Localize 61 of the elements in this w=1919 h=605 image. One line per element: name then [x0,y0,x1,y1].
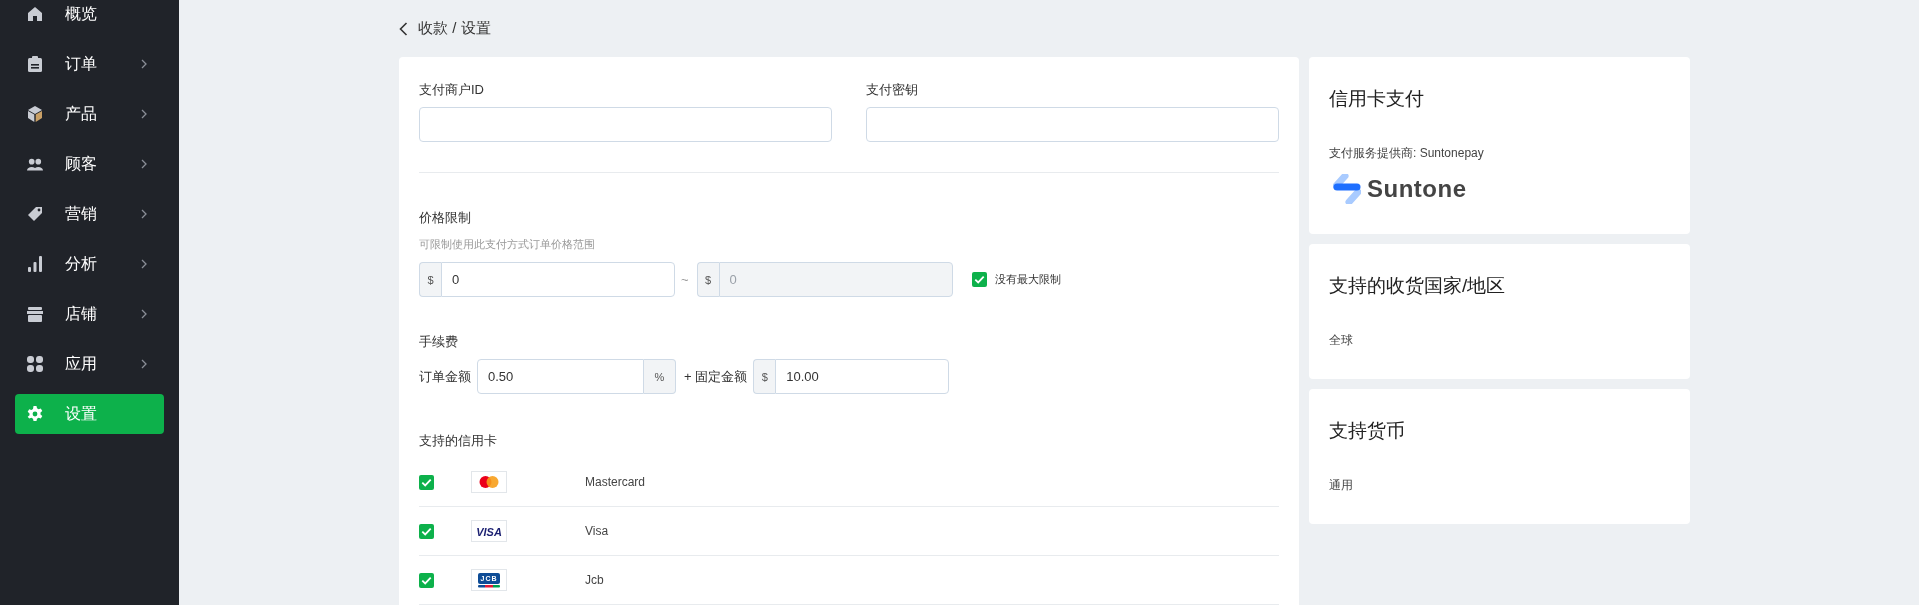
range-separator: ~ [681,272,689,287]
sidebar-item[interactable]: 产品 [15,94,164,134]
card-logo [471,471,507,493]
box-icon [27,106,43,122]
min-price-field[interactable]: 0 [441,262,675,297]
sidebar-item[interactable]: 应用 [15,344,164,384]
sidebar-item[interactable]: 订单 [15,44,164,84]
card-text: 支付服务提供商: Suntonepay [1329,145,1485,162]
input-field[interactable] [866,107,1279,142]
checkbox[interactable] [419,572,434,588]
back-icon[interactable] [399,21,408,36]
checkbox[interactable] [971,272,987,287]
card-title: 信用卡支付 [1329,87,1425,111]
tag-icon [27,206,43,222]
field-label: 订单金额 [419,367,471,386]
section-title: 手续费 [419,333,459,351]
checkbox[interactable] [419,474,434,490]
chevron-right-icon [141,59,147,69]
checkbox-label: 没有最大限制 [994,272,1061,287]
field-label: 支付密钥 [866,81,919,99]
checkbox[interactable] [419,523,434,539]
section-title: 支持的信用卡 [419,432,498,450]
sidebar-item[interactable]: 分析 [15,244,164,284]
field-label: 支付商户ID [419,81,485,99]
home-icon [27,6,43,22]
section-hint: 可限制使用此支付方式订单价格范围 [419,237,596,252]
chevron-right-icon [141,209,147,219]
card-title: 支持货币 [1329,419,1406,443]
chevron-right-icon [141,309,147,319]
chevron-right-icon [141,109,147,119]
sidebar-item[interactable]: 店铺 [15,294,164,334]
fixed-fee-field[interactable]: 10.00 [775,359,950,394]
sidebar-item[interactable]: 概览 [15,0,164,34]
provider-logo: Suntone [1329,174,1467,204]
card-title: 支持的收货国家/地区 [1329,274,1507,298]
currency-addon: $ [419,262,441,297]
settings-icon [27,406,43,422]
section-title: 价格限制 [419,209,472,227]
clipboard-icon [28,56,42,72]
sidebar-item[interactable]: 营销 [15,194,164,234]
currency-addon: $ [696,262,719,297]
card-text: 通用 [1329,477,1354,494]
chevron-right-icon [141,359,147,369]
apps-grid-icon [27,356,43,372]
bar-chart-icon [28,256,42,272]
card-name: Jcb [585,573,604,587]
store-icon [27,306,43,322]
card-name: Visa [585,524,609,538]
input-field[interactable] [419,107,832,142]
percent-addon: % [644,359,676,394]
card-logo: VISA [471,520,507,542]
breadcrumb: 收款 / 设置 [418,19,491,38]
sidebar-item[interactable]: 顾客 [15,144,164,184]
currency-addon: $ [753,359,776,394]
percent-fee-field[interactable]: 0.50 [477,359,644,394]
card-text: 全球 [1329,332,1354,349]
field-label: + 固定金额 [684,367,748,386]
people-icon [27,157,43,171]
chevron-right-icon [141,259,147,269]
card-name: Mastercard [585,475,646,489]
chevron-right-icon [141,159,147,169]
